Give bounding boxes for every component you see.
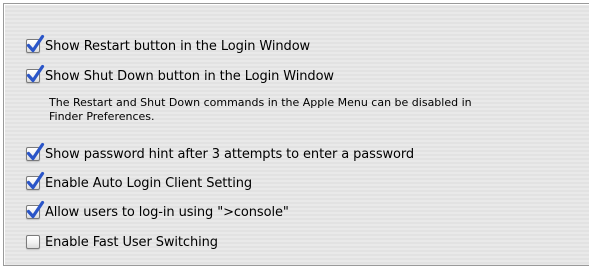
option-show-shutdown[interactable]: Show Shut Down button in the Login Windo… <box>26 64 334 86</box>
show-restart-checkbox[interactable] <box>26 34 45 53</box>
note-line-1: The Restart and Shut Down commands in th… <box>49 96 472 109</box>
show-shutdown-checkbox[interactable] <box>26 64 45 83</box>
show-shutdown-label[interactable]: Show Shut Down button in the Login Windo… <box>45 69 334 84</box>
fast-user-switching-label[interactable]: Enable Fast User Switching <box>45 235 218 250</box>
show-restart-label[interactable]: Show Restart button in the Login Window <box>45 39 310 54</box>
fast-user-switching-checkbox[interactable] <box>26 235 40 249</box>
restart-shutdown-note: The Restart and Shut Down commands in th… <box>49 96 592 124</box>
option-auto-login[interactable]: Enable Auto Login Client Setting <box>26 171 252 193</box>
option-console-login[interactable]: Allow users to log-in using ">console" <box>26 200 289 222</box>
console-login-checkbox[interactable] <box>26 200 45 219</box>
login-options-panel: Show Restart button in the Login Window … <box>3 3 589 266</box>
checkmark-icon <box>26 142 45 161</box>
option-fast-user-switching[interactable]: Enable Fast User Switching <box>26 232 218 252</box>
console-login-label[interactable]: Allow users to log-in using ">console" <box>45 205 289 220</box>
option-password-hint[interactable]: Show password hint after 3 attempts to e… <box>26 142 414 164</box>
password-hint-checkbox[interactable] <box>26 142 45 161</box>
auto-login-checkbox[interactable] <box>26 171 45 190</box>
checkmark-icon <box>26 200 45 219</box>
checkmark-icon <box>26 64 45 83</box>
checkmark-icon <box>26 171 45 190</box>
option-show-restart[interactable]: Show Restart button in the Login Window <box>26 34 310 56</box>
auto-login-label[interactable]: Enable Auto Login Client Setting <box>45 176 252 191</box>
checkmark-icon <box>26 34 45 53</box>
password-hint-label[interactable]: Show password hint after 3 attempts to e… <box>45 147 414 162</box>
note-line-2: Finder Preferences. <box>49 110 155 123</box>
